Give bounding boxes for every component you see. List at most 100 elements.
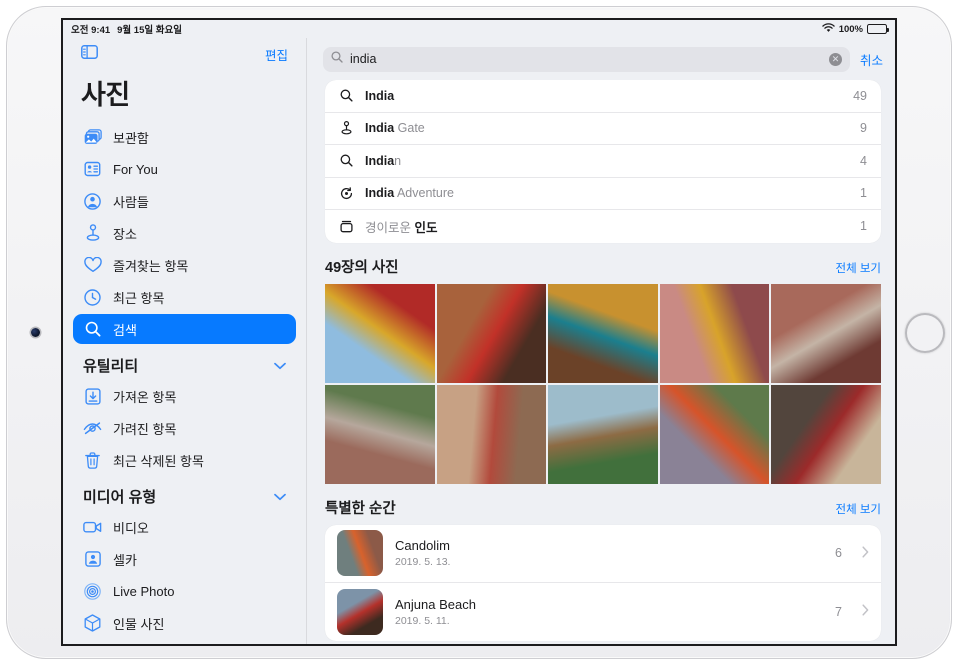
sidebar-item-label: 최근 삭제된 항목 [113, 451, 204, 470]
photo-thumbnail[interactable] [437, 284, 547, 383]
sidebar-item-label: For You [113, 162, 158, 177]
home-button[interactable] [905, 313, 945, 353]
for-you-icon [83, 160, 102, 179]
suggestion-label: Indian [365, 154, 849, 168]
places-pin-icon [83, 224, 102, 243]
suggestion-row[interactable]: India 49 [325, 80, 881, 113]
album-box-icon [339, 219, 354, 234]
search-suggestions-list: India 49 India Gate [325, 80, 881, 243]
photos-library-icon [83, 128, 102, 147]
sidebar-item-live-photo[interactable]: Live Photo [73, 576, 296, 606]
sidebar-item-portraits[interactable]: 인물 사진 [73, 608, 296, 638]
suggestion-bold-part: India [365, 186, 394, 200]
sidebar-item-label: 사람들 [113, 192, 149, 211]
suggestion-dim-part: n [394, 154, 401, 168]
moment-thumbnail [337, 530, 383, 576]
sidebar-section-utilities-header[interactable]: 유틸리티 [73, 346, 296, 381]
suggestion-row[interactable]: India Gate 9 [325, 113, 881, 146]
moments-section-header: 특별한 순간 전체 보기 [307, 484, 897, 525]
sidebar-item-favorites[interactable]: 즐겨찾는 항목 [73, 250, 296, 280]
moments-see-all-button[interactable]: 전체 보기 [835, 501, 881, 517]
sidebar-item-search[interactable]: 검색 [73, 314, 296, 344]
moment-texts: Candolim 2019. 5. 13. [395, 538, 823, 568]
suggestion-row[interactable]: Indian 4 [325, 145, 881, 178]
sidebar-item-recently-deleted[interactable]: 최근 삭제된 항목 [73, 445, 296, 475]
suggestion-bold-part: 인도 [414, 221, 437, 235]
portrait-cube-icon [83, 614, 102, 633]
sidebar-item-people[interactable]: 사람들 [73, 186, 296, 216]
search-icon [83, 320, 102, 339]
moments-section-title: 특별한 순간 [325, 497, 396, 518]
suggestion-row[interactable]: 경이로운 인도 1 [325, 210, 881, 243]
edit-button[interactable]: 편집 [265, 45, 288, 64]
chevron-down-icon[interactable] [274, 488, 286, 505]
screen: 오전 9:41 9월 15일 화요일 100% [61, 18, 897, 646]
suggestion-count: 49 [853, 89, 867, 103]
sidebar-item-selfies[interactable]: 셀카 [73, 544, 296, 574]
photo-thumbnail[interactable] [771, 284, 881, 383]
moment-title: Candolim [395, 538, 823, 553]
sidebar-item-videos[interactable]: 비디오 [73, 512, 296, 542]
sidebar-item-for-you[interactable]: For You [73, 154, 296, 184]
chevron-right-icon[interactable] [862, 604, 869, 619]
photo-thumbnail[interactable] [325, 385, 435, 484]
photos-section-header: 49장의 사진 전체 보기 [307, 243, 897, 284]
moment-title: Anjuna Beach [395, 597, 823, 612]
sidebar-item-places[interactable]: 장소 [73, 218, 296, 248]
status-bar-left: 오전 9:41 9월 15일 화요일 [71, 22, 182, 36]
hidden-eye-icon [83, 419, 102, 438]
results-scroll-area[interactable]: India 49 India Gate [307, 80, 897, 646]
cancel-button[interactable]: 취소 [860, 50, 883, 69]
sidebar-item-label: 즐겨찾는 항목 [113, 256, 188, 275]
chevron-right-icon[interactable] [862, 546, 869, 561]
moment-date: 2019. 5. 11. [395, 615, 823, 627]
heart-icon [83, 256, 102, 275]
sidebar-item-label: Live Photo [113, 584, 174, 599]
sidebar-item-hidden[interactable]: 가려진 항목 [73, 413, 296, 443]
search-icon [331, 50, 343, 68]
photo-thumbnail[interactable] [660, 385, 770, 484]
photos-see-all-button[interactable]: 전체 보기 [835, 260, 881, 276]
suggestion-label: India [365, 89, 842, 103]
location-pin-icon [339, 121, 354, 136]
suggestion-dim-part: Adventure [394, 186, 454, 200]
suggestion-row[interactable]: India Adventure 1 [325, 178, 881, 211]
suggestion-dim-prefix: 경이로운 [365, 221, 414, 235]
photo-thumbnail[interactable] [325, 284, 435, 383]
clear-icon[interactable]: ✕ [829, 53, 842, 66]
sidebar-item-library[interactable]: 보관함 [73, 122, 296, 152]
photos-section-title: 49장의 사진 [325, 256, 399, 277]
suggestion-count: 4 [860, 154, 867, 168]
search-input[interactable]: india ✕ [323, 47, 850, 72]
sidebar-item-label: 최근 항목 [113, 288, 164, 307]
photo-thumbnail[interactable] [771, 385, 881, 484]
photo-thumbnail[interactable] [660, 284, 770, 383]
ipad-device: 오전 9:41 9월 15일 화요일 100% [0, 0, 958, 665]
chevron-down-icon[interactable] [274, 357, 286, 374]
sidebar-section-media-types-header[interactable]: 미디어 유형 [73, 477, 296, 512]
photo-grid [325, 284, 881, 484]
sidebar-item-label: 가져온 항목 [113, 387, 176, 406]
photo-thumbnail[interactable] [548, 284, 658, 383]
suggestion-bold-part: India [365, 154, 394, 168]
search-input-value: india [350, 52, 822, 66]
moment-row[interactable]: Candolim 2019. 5. 13. 6 [325, 525, 881, 583]
trash-icon [83, 451, 102, 470]
battery-percent-label: 100% [839, 24, 863, 35]
search-icon [339, 153, 354, 168]
sidebar-section-title: 미디어 유형 [83, 486, 156, 507]
photo-thumbnail[interactable] [437, 385, 547, 484]
sidebar-item-recents[interactable]: 최근 항목 [73, 282, 296, 312]
suggestion-count: 1 [860, 219, 867, 233]
moment-row[interactable]: Anjuna Beach 2019. 5. 11. 7 [325, 583, 881, 641]
sidebar-item-imports[interactable]: 가져온 항목 [73, 381, 296, 411]
page-title: 사진 [73, 70, 296, 122]
memory-clock-icon [339, 186, 354, 201]
photo-thumbnail[interactable] [548, 385, 658, 484]
sidebar-toggle-icon[interactable] [81, 45, 98, 64]
suggestion-dim-part: Gate [394, 121, 425, 135]
moment-count: 7 [835, 605, 842, 619]
suggestion-label: India Adventure [365, 186, 849, 200]
sidebar-section-title: 유틸리티 [83, 355, 138, 376]
status-time: 오전 9:41 [71, 22, 110, 36]
